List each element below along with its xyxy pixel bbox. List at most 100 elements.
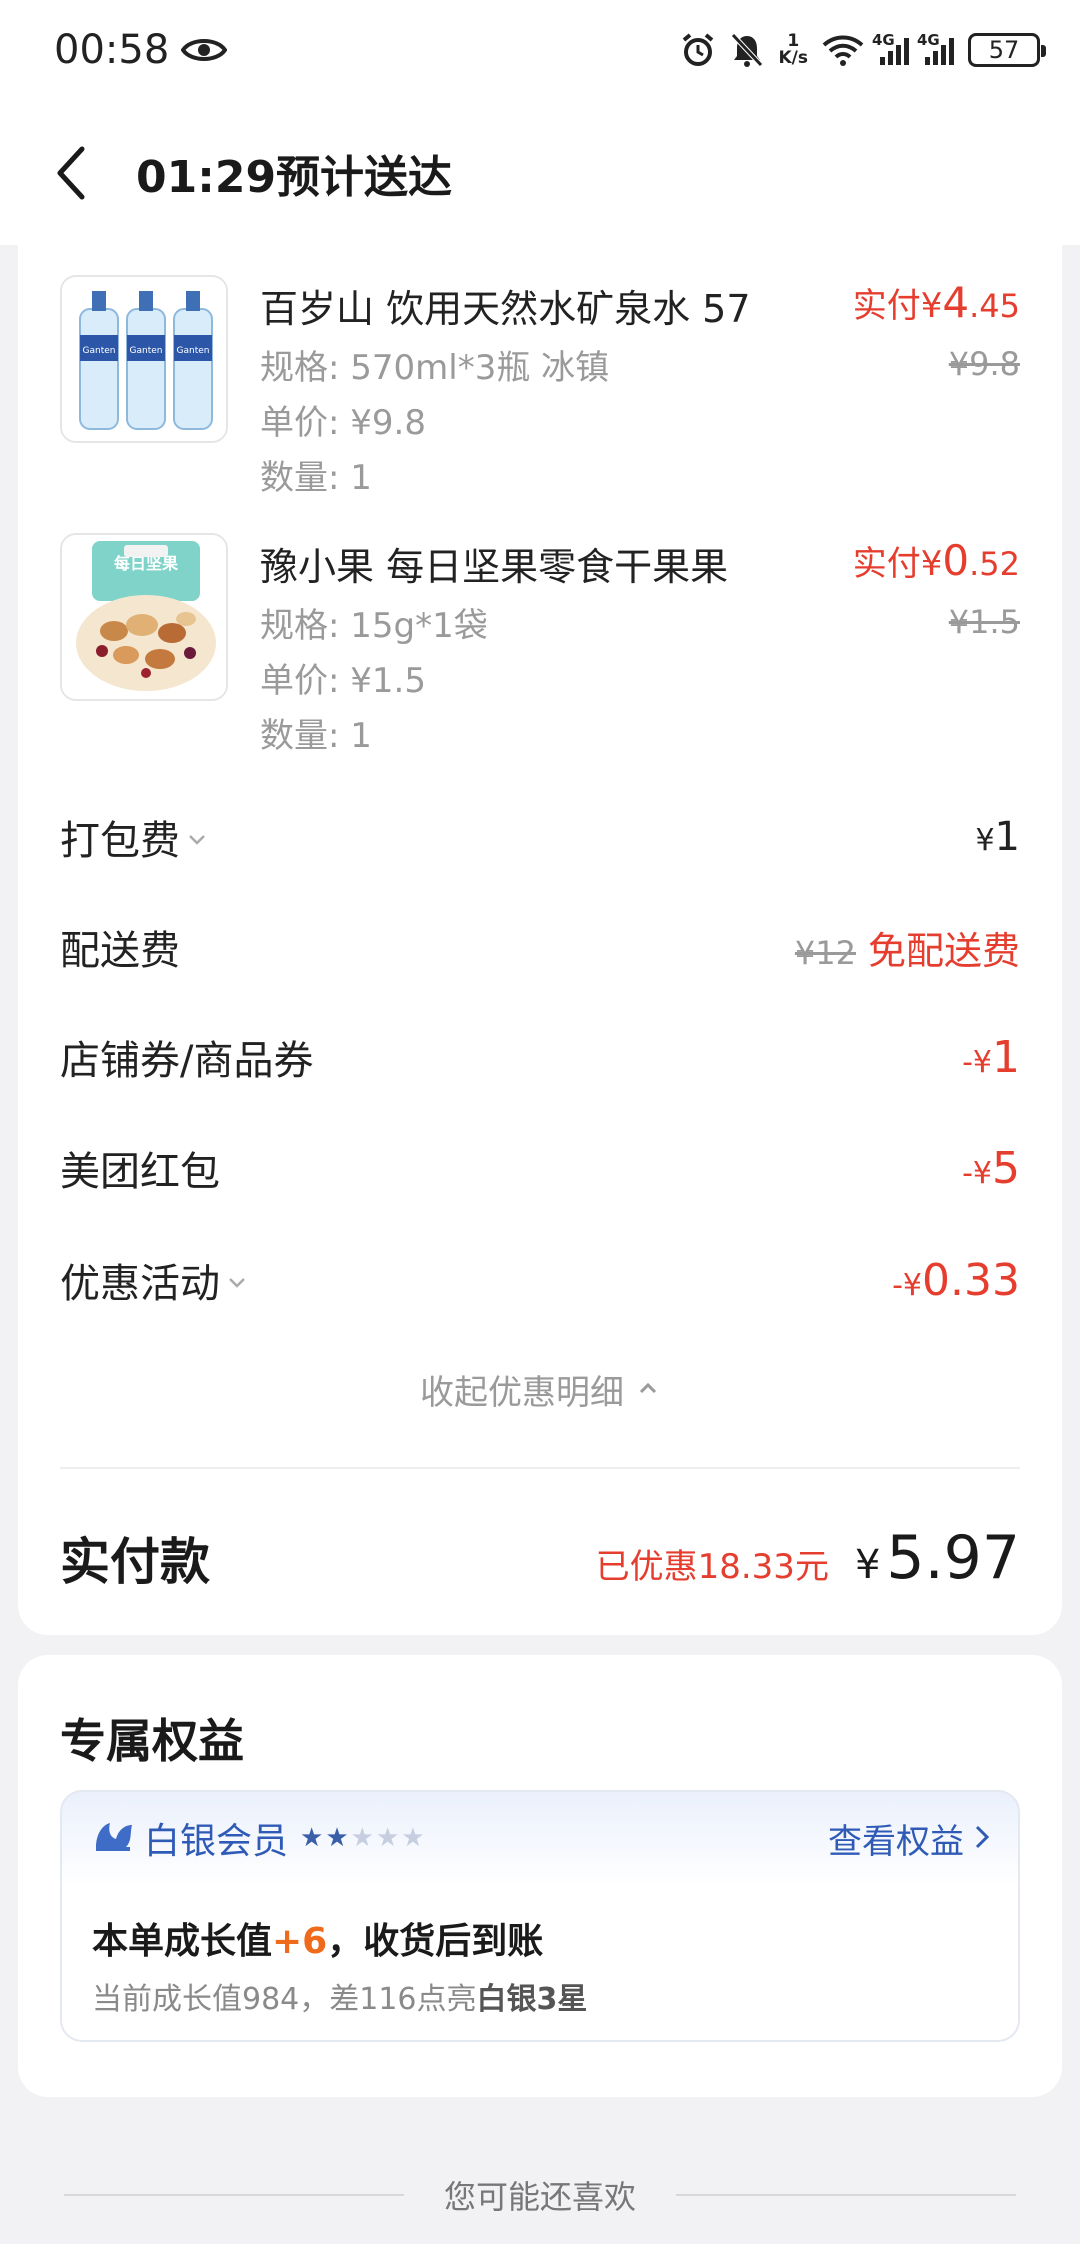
total-label: 实付款 — [60, 1533, 210, 1591]
paid-prefix: 实付¥ — [852, 286, 943, 326]
delivery-fee-row: 配送费 ¥12 免配送费 — [60, 917, 1020, 977]
view-benefits-link[interactable]: 查看权益 — [828, 1814, 990, 1863]
member-badge-icon — [92, 1817, 136, 1859]
recommend-label: 您可能还喜欢 — [443, 2178, 636, 2216]
collapse-label: 收起优惠明细 — [420, 1373, 624, 1413]
divider-line — [676, 2194, 1016, 2196]
alarm-icon — [680, 32, 716, 68]
item-name: 百岁山 饮用天然水矿泉水 57 — [260, 287, 751, 331]
total-right: 已优惠18.33元 ¥5.97 — [596, 1523, 1020, 1593]
paid-int: 4 — [942, 278, 970, 327]
signal-icon-2: 4G — [917, 31, 954, 65]
status-right: 1 K/s 4G 4G 57 — [680, 31, 1046, 68]
red-packet-value: -¥5 — [962, 1143, 1020, 1194]
status-left: 00:58 — [54, 27, 228, 73]
order-detail-card: Ganten Ganten Ganten 百岁山 饮用天然水矿泉水 57 规格:… — [18, 245, 1062, 1635]
svg-text:Ganten: Ganten — [177, 346, 210, 356]
item-paid-price: 实付¥0.52 — [853, 536, 1020, 585]
item-quantity: 数量: 1 — [260, 716, 372, 756]
delivery-fee-value: ¥12 免配送费 — [795, 920, 1020, 975]
divider — [60, 1467, 1020, 1469]
growth-sub-bold: 白银3星 — [476, 1982, 588, 2017]
packing-amount: 1 — [994, 814, 1020, 860]
nuts-package-image: 每日坚果 — [60, 533, 228, 701]
net-speed-unit: K/s — [778, 48, 808, 68]
promo-row[interactable]: 优惠活动 -¥0.33 — [60, 1250, 1020, 1310]
paid-dec: .52 — [969, 545, 1020, 583]
red-packet-prefix: -¥ — [962, 1155, 992, 1191]
total-row: 实付款 已优惠18.33元 ¥5.97 — [60, 1513, 1020, 1603]
chevron-up-icon — [636, 1370, 660, 1410]
packing-fee-row[interactable]: 打包费 ¥1 — [60, 807, 1020, 867]
chevron-down-icon — [226, 1257, 248, 1303]
member-level-name: 白银会员 — [144, 1821, 289, 1862]
benefits-title: 专属权益 — [60, 1714, 244, 1768]
chevron-right-icon — [974, 1819, 990, 1859]
total-yen: ¥ — [854, 1542, 881, 1588]
page-header: 01:29预计送达 — [0, 100, 1080, 245]
store-coupon-label: 店铺券/商品券 — [60, 1038, 314, 1084]
item-original-price: ¥9.8 — [948, 345, 1020, 383]
store-coupon-amount: 1 — [992, 1031, 1020, 1083]
star-icon: ★ — [401, 1823, 425, 1853]
store-coupon-row: 店铺券/商品券 -¥1 — [60, 1027, 1020, 1087]
total-price: ¥5.97 — [855, 1523, 1020, 1593]
water-bottle-image: Ganten Ganten Ganten — [60, 275, 228, 443]
member-level: 白银会员 ★ ★ ★ ★ ★ — [92, 1812, 425, 1864]
battery-level: 57 — [988, 36, 1020, 64]
net-speed: 1 K/s — [778, 33, 808, 67]
promo-value: -¥0.33 — [892, 1255, 1020, 1306]
signal-label-1: 4G — [872, 31, 895, 49]
red-packet-row: 美团红包 -¥5 — [60, 1138, 1020, 1198]
member-stars: ★ ★ ★ ★ ★ — [300, 1823, 425, 1853]
star-icon: ★ — [325, 1823, 349, 1853]
eye-icon — [181, 35, 228, 65]
growth-sub-prefix: 当前成长值984，差116点亮 — [92, 1982, 477, 2017]
svg-text:Ganten: Ganten — [130, 346, 163, 356]
benefits-card: 专属权益 白银会员 ★ ★ ★ ★ ★ 查看权益 本单成长值+6，收货后到账 当… — [18, 1655, 1062, 2097]
promo-text: 优惠活动 — [60, 1261, 220, 1307]
paid-dec: .45 — [969, 287, 1020, 325]
view-benefits-label: 查看权益 — [828, 1822, 964, 1862]
battery-indicator: 57 — [968, 33, 1046, 67]
signal-icon-1: 4G — [872, 31, 909, 65]
status-time: 00:58 — [54, 27, 170, 73]
star-icon: ★ — [350, 1823, 374, 1853]
red-packet-label: 美团红包 — [60, 1149, 220, 1195]
item-original-price: ¥1.5 — [948, 603, 1020, 641]
promo-prefix: -¥ — [892, 1267, 923, 1303]
paid-prefix: 实付¥ — [852, 544, 943, 584]
red-packet-amount: 5 — [992, 1142, 1020, 1194]
divider-line — [63, 2194, 404, 2196]
total-amount: 5.97 — [886, 1523, 1020, 1593]
growth-suffix: ，收货后到账 — [327, 1921, 544, 1962]
page-title: 01:29预计送达 — [136, 151, 453, 203]
item-unit-price: 单价: ¥9.8 — [260, 403, 426, 443]
growth-value-text: 本单成长值+6，收货后到账 — [92, 1912, 543, 1964]
packing-fee-value: ¥1 — [975, 814, 1020, 860]
collapse-discount-button[interactable]: 收起优惠明细 — [18, 1365, 1062, 1414]
free-delivery-text: 免配送费 — [867, 928, 1020, 973]
growth-progress-text: 当前成长值984，差116点亮白银3星 — [92, 1974, 587, 2018]
wifi-icon — [822, 33, 864, 67]
packing-fee-label: 打包费 — [60, 808, 208, 866]
store-coupon-value: -¥1 — [962, 1032, 1020, 1083]
chevron-down-icon — [186, 814, 208, 860]
growth-plus: +6 — [272, 1921, 328, 1962]
signal-label-2: 4G — [917, 31, 940, 49]
star-icon: ★ — [300, 1823, 324, 1853]
store-coupon-prefix: -¥ — [962, 1044, 992, 1080]
delivery-fee-label: 配送费 — [60, 928, 180, 974]
member-benefit-box[interactable]: 白银会员 ★ ★ ★ ★ ★ 查看权益 本单成长值+6，收货后到账 当前成长值9… — [60, 1790, 1020, 2042]
star-icon: ★ — [375, 1823, 400, 1853]
svg-text:Ganten: Ganten — [83, 346, 116, 356]
back-arrow-icon[interactable] — [56, 143, 96, 203]
growth-prefix: 本单成长值 — [92, 1921, 273, 1962]
order-item[interactable]: Ganten Ganten Ganten 百岁山 饮用天然水矿泉水 57 规格:… — [60, 245, 1020, 498]
status-bar: 00:58 1 K/s 4G 4G 57 — [0, 0, 1080, 100]
item-spec: 规格: 15g*1袋 — [260, 606, 488, 646]
item-paid-price: 实付¥4.45 — [853, 278, 1020, 327]
order-item[interactable]: 每日坚果 豫小果 每日坚果零食干果果 规格: 15g*1袋 单价: ¥1.5 数… — [60, 503, 1020, 756]
packing-fee-text: 打包费 — [60, 818, 180, 864]
item-spec: 规格: 570ml*3瓶 冰镇 — [260, 348, 610, 388]
